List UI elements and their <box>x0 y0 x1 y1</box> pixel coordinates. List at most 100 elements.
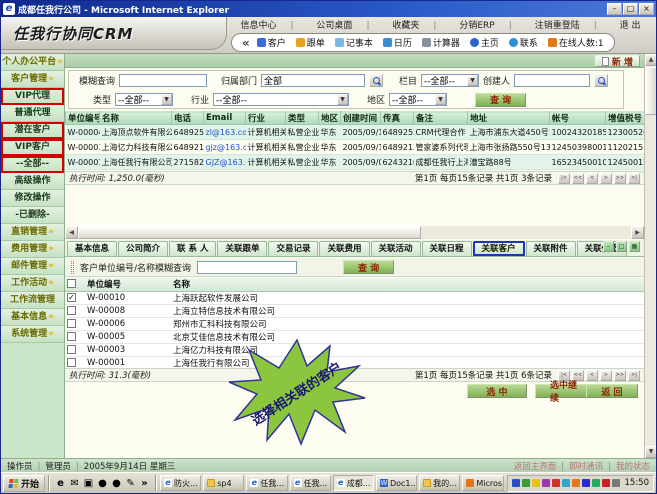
pager-button[interactable]: >| <box>628 173 640 184</box>
tray-icon[interactable] <box>542 479 550 487</box>
customer-table-row[interactable]: W-00003 上海亿力科技有限公司 64892132 gjz@163.com … <box>66 140 645 155</box>
industry-select[interactable]: --全部--▼ <box>213 93 349 106</box>
tray-icon[interactable] <box>562 479 570 487</box>
tray-icon[interactable] <box>512 479 520 487</box>
sidebar-item[interactable]: 工作活动» <box>1 275 64 292</box>
tray-icon[interactable] <box>592 479 600 487</box>
window-control-button[interactable]: × <box>639 3 654 15</box>
creator-lookup-icon[interactable] <box>594 74 608 87</box>
type-select[interactable]: --全部--▼ <box>115 93 173 106</box>
detail-tab[interactable]: 联 系 人 <box>169 241 216 256</box>
pager-button[interactable]: >> <box>614 173 626 184</box>
toolbar-item[interactable]: 跟单 <box>296 36 325 49</box>
customer-table-header[interactable]: 电话 <box>172 112 204 125</box>
fuzzy-search-input[interactable] <box>119 74 207 87</box>
customer-table-header[interactable]: 名称 <box>100 112 172 125</box>
related-query-button[interactable]: 查 询 <box>343 260 394 274</box>
row-checkbox[interactable] <box>67 358 76 367</box>
row-checkbox[interactable] <box>67 306 76 315</box>
detail-tab[interactable]: 关联费用 <box>319 241 369 256</box>
sidebar-item[interactable]: 高级操作» <box>1 173 64 190</box>
status-link[interactable]: 即时通讯 <box>569 460 616 472</box>
customer-table-header[interactable]: 地区 <box>319 112 341 125</box>
sidebar-item[interactable]: VIP代理» <box>1 88 64 105</box>
mail-icon[interactable]: ✉ <box>69 477 80 490</box>
chevron-more-icon[interactable]: » <box>139 477 150 490</box>
sidebar-item[interactable]: 普通代理» <box>1 105 64 122</box>
desktop-icon[interactable]: ▣ <box>83 477 94 490</box>
return-button[interactable]: 返 回 <box>586 384 638 398</box>
related-customer-row[interactable]: W-00008 上海立特信息技术有限公司 <box>65 304 644 317</box>
scrollbar-thumb[interactable] <box>78 226 421 239</box>
select-continue-button[interactable]: 选中继续 <box>535 384 593 398</box>
pager-button[interactable]: > <box>600 173 612 184</box>
sidebar-item[interactable]: -已删除-» <box>1 207 64 224</box>
detail-tab[interactable]: 关联活动 <box>371 241 421 256</box>
ie-icon[interactable]: e <box>55 477 66 490</box>
related-table-header[interactable]: 单位编号 <box>85 278 171 291</box>
customer-table-header[interactable]: 类型 <box>286 112 319 125</box>
pager-button[interactable]: >> <box>614 370 626 381</box>
customer-table-row[interactable]: W-00004 上海顶点软件有限公司 64892525 zl@163.com 计… <box>66 125 645 140</box>
menu-item[interactable]: 收藏夹 <box>392 18 436 31</box>
toolbar-item[interactable]: 计算器 <box>422 36 460 49</box>
related-customer-row[interactable]: W-00006 郑州市汇科科技有限公司 <box>65 317 644 330</box>
toolbar-item[interactable]: 记事本 <box>335 36 373 49</box>
customer-table-header[interactable]: Email <box>204 112 246 125</box>
tray-icon[interactable] <box>572 479 580 487</box>
sidebar-item[interactable]: 潜在客户» <box>1 122 64 139</box>
collapse-icon[interactable]: – <box>603 241 614 252</box>
detail-tab[interactable]: 关联跟单 <box>217 241 267 256</box>
taskbar-window-button[interactable]: Micros... <box>462 475 503 491</box>
toolbar-item[interactable]: 在线人数:1 <box>548 36 604 49</box>
query-button[interactable]: 查 询 <box>475 93 526 107</box>
taskbar-window-button[interactable]: 任我... <box>246 475 287 491</box>
customer-table-header[interactable]: 行业 <box>246 112 286 125</box>
pager-button[interactable]: > <box>600 370 612 381</box>
sidebar-item[interactable]: 修改操作» <box>1 190 64 207</box>
pager-button[interactable]: |< <box>558 173 570 184</box>
menu-item[interactable]: 信息中心 <box>240 18 293 31</box>
menu-item[interactable]: 注销重登陆 <box>535 18 597 31</box>
sidebar-item[interactable]: 工作流管理» <box>1 292 64 309</box>
row-checkbox[interactable] <box>67 332 76 341</box>
taskbar-window-button[interactable]: 成都... <box>333 475 374 491</box>
scroll-down-icon[interactable]: ▼ <box>645 446 657 458</box>
vertical-scrollbar[interactable]: ▲ ▼ <box>644 54 656 458</box>
menu-item[interactable]: 退 出 <box>620 18 641 31</box>
taskbar-window-button[interactable]: Doc1... <box>376 475 417 491</box>
scroll-right-icon[interactable]: ▶ <box>631 226 644 239</box>
related-search-input[interactable] <box>197 261 297 274</box>
toolbar-item[interactable]: 主页 <box>470 36 499 49</box>
scrollbar-thumb[interactable] <box>645 67 657 115</box>
back-arrows-icon[interactable]: « <box>242 36 250 50</box>
customer-table-header[interactable]: 帐号 <box>550 112 606 125</box>
related-customer-row[interactable]: W-00005 北京艾佳信息技术有限公司 <box>65 330 644 343</box>
pager-button[interactable]: < <box>586 173 598 184</box>
detail-tab[interactable]: 基本信息 <box>67 241 117 256</box>
sidebar-item[interactable]: 个人办公平台» <box>1 54 64 71</box>
window-control-button[interactable]: – <box>607 3 622 15</box>
taskbar-window-button[interactable]: 防火... <box>160 475 201 491</box>
qq-icon[interactable]: ● <box>97 477 108 490</box>
tray-icon[interactable] <box>582 479 590 487</box>
customer-table-header[interactable]: 备注 <box>414 112 468 125</box>
sidebar-item[interactable]: VIP客户» <box>1 139 64 156</box>
toolbar-item[interactable]: 日历 <box>383 36 412 49</box>
related-customer-row[interactable]: W-00001 上海任我行有限公司 <box>65 356 644 367</box>
detail-tab[interactable]: 关联日程 <box>422 241 472 256</box>
sidebar-item[interactable]: --全部--» <box>1 156 64 173</box>
row-checkbox[interactable] <box>67 345 76 354</box>
tray-icon[interactable] <box>602 479 610 487</box>
pager-button[interactable]: >| <box>628 370 640 381</box>
detail-tab[interactable]: 关联附件 <box>526 241 576 256</box>
customer-table-header[interactable]: 地址 <box>468 112 550 125</box>
column-select[interactable]: --全部--▼ <box>421 74 479 87</box>
row-checkbox[interactable] <box>67 293 76 302</box>
sidebar-item[interactable]: 客户管理» <box>1 71 64 88</box>
status-link[interactable]: 返回主界面 <box>514 460 569 472</box>
select-all-checkbox[interactable] <box>67 279 76 288</box>
search-lookup-icon[interactable] <box>369 74 383 87</box>
taskbar-window-button[interactable]: 任我... <box>290 475 331 491</box>
customer-table-header[interactable]: 创建时间 <box>341 112 381 125</box>
